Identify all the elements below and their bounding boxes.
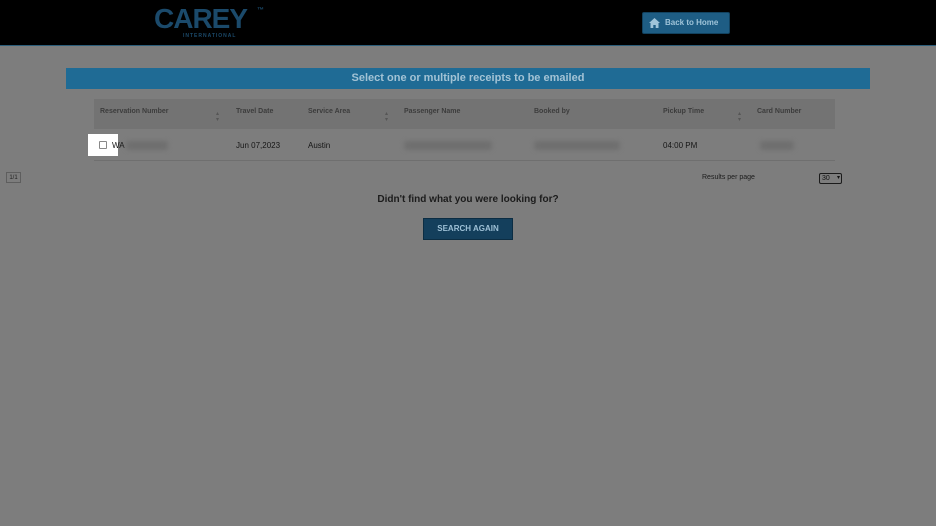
results-per-page-value: 30 xyxy=(822,175,830,182)
travel-date-cell: Jun 07,2023 xyxy=(236,141,281,150)
column-header-travel-date[interactable]: Travel Date xyxy=(236,99,273,129)
pickup-time-cell: 04:00 PM xyxy=(663,141,698,150)
redacted-booked-by xyxy=(534,141,620,150)
column-header-booked-by[interactable]: Booked by xyxy=(534,99,570,129)
back-to-home-label: Back to Home xyxy=(665,18,719,27)
not-found-message: Didn't find what you were looking for? xyxy=(377,194,559,205)
back-to-home-button[interactable]: Back to Home xyxy=(642,12,730,34)
column-header-card-number[interactable]: Card Number xyxy=(757,99,801,129)
service-area-cell: Austin xyxy=(308,141,331,150)
top-header: CAREY ™ INTERNATIONAL Back to Home xyxy=(0,0,936,46)
row-divider xyxy=(94,160,835,161)
redacted-card-number xyxy=(760,141,794,150)
column-header-reservation-number[interactable]: Reservation Number xyxy=(100,99,168,129)
column-header-pickup-time[interactable]: Pickup Time xyxy=(663,99,704,129)
results-per-page-select[interactable]: 30 ▾ xyxy=(819,173,842,184)
sort-arrows-icon[interactable]: ▴ ▾ xyxy=(216,111,219,123)
chevron-down-icon: ▾ xyxy=(836,175,840,181)
redacted-reservation-number xyxy=(126,141,168,150)
carey-logo[interactable]: CAREY ™ INTERNATIONAL xyxy=(154,5,266,41)
search-again-button[interactable]: SEARCH AGAIN xyxy=(423,218,513,240)
column-header-service-area[interactable]: Service Area xyxy=(308,99,350,129)
logo-subtitle: INTERNATIONAL xyxy=(183,33,237,39)
reservation-number-prefix: WA xyxy=(112,141,125,150)
page-indicator[interactable]: 1/1 xyxy=(6,172,21,183)
sort-arrows-icon[interactable]: ▴ ▾ xyxy=(738,111,741,123)
logo-wordmark: CAREY xyxy=(154,3,248,34)
home-icon xyxy=(649,18,660,28)
page-title-banner: Select one or multiple receipts to be em… xyxy=(66,68,870,89)
sort-arrows-icon[interactable]: ▴ ▾ xyxy=(385,111,388,123)
results-per-page-label: Results per page xyxy=(702,174,755,181)
table-row[interactable]: WA Jun 07,2023 Austin 04:00 PM xyxy=(94,131,835,160)
column-header-passenger-name[interactable]: Passenger Name xyxy=(404,99,460,129)
table-header: Reservation Number ▴ ▾ Travel Date Servic… xyxy=(94,99,835,129)
redacted-passenger-name xyxy=(404,141,492,150)
logo-trademark: ™ xyxy=(257,7,264,14)
